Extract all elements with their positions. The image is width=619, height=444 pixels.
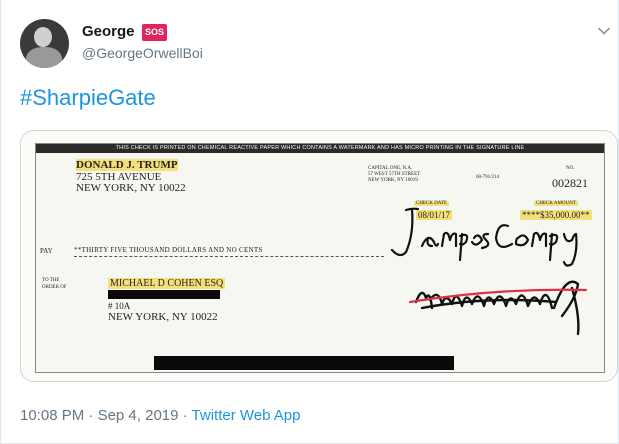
avatar-body-shape (26, 47, 62, 68)
pay-amount-words: **THIRTY FIVE THOUSAND DOLLARS AND NO CE… (74, 246, 263, 254)
pay-label: PAY (40, 247, 53, 255)
payee-name: MICHAEL D COHEN ESQ (108, 278, 226, 289)
order-label-line: TO THE (42, 278, 60, 283)
tweet-media-image[interactable]: THIS CHECK IS PRINTED ON CHEMICAL REACTI… (20, 130, 618, 382)
user-handle[interactable]: @GeorgeOrwellBoi (82, 44, 203, 62)
payee-apartment: # 10A (108, 301, 131, 311)
bank-line: NEW YORK, NY 10019 (368, 178, 418, 183)
check-security-banner: THIS CHECK IS PRINTED ON CHEMICAL REACTI… (36, 144, 604, 153)
avatar-head-shape (34, 27, 52, 47)
order-label-line: ORDER OF (42, 285, 67, 290)
routing-number: 60-791/214 (476, 175, 500, 180)
redaction-bar (108, 290, 220, 299)
sos-badge: SOS (142, 24, 168, 41)
hashtag-link[interactable]: #SharpieGate (20, 84, 156, 112)
bank-info: CAPITAL ONE, N.A. 57 WEST 57TH STREET NE… (368, 166, 438, 184)
handwritten-james-comey (390, 207, 578, 267)
check-number: 002821 (552, 176, 588, 190)
check-image: THIS CHECK IS PRINTED ON CHEMICAL REACTI… (35, 143, 605, 373)
payer-name: DONALD J. TRUMP (76, 159, 178, 171)
tweet-card: George SOS @GeorgeOrwellBoi #SharpieGate… (0, 0, 619, 444)
handwriting-overlay (390, 207, 588, 336)
source-app-link[interactable]: Twitter Web App (192, 407, 301, 424)
avatar[interactable] (20, 19, 69, 68)
chevron-down-icon[interactable] (597, 24, 611, 38)
check-number-label: NO. (566, 166, 575, 171)
separator: · (88, 407, 94, 424)
display-name[interactable]: George (82, 23, 135, 41)
order-of-label: TO THE ORDER OF (42, 277, 67, 291)
payer-address-line2: NEW YORK, NY 10022 (76, 182, 186, 194)
payee-city: NEW YORK, NY 10022 (108, 311, 218, 323)
separator: · (182, 407, 188, 424)
tweet-date[interactable]: Sep 4, 2019 (98, 407, 179, 424)
tweet-footer: 10:08 PM · Sep 4, 2019 · Twitter Web App (20, 406, 301, 426)
tweet-time[interactable]: 10:08 PM (20, 407, 84, 424)
pay-line (74, 256, 384, 257)
